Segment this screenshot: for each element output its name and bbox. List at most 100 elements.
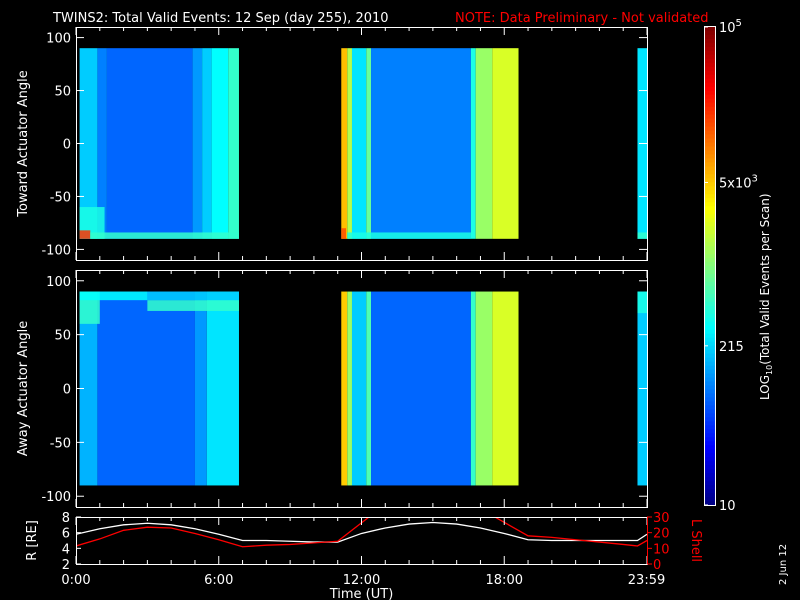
colorbar-swatch bbox=[705, 269, 715, 275]
colorbar-swatch bbox=[705, 421, 715, 426]
colorbar-swatch bbox=[705, 166, 715, 171]
heatmap-band bbox=[341, 48, 348, 239]
colorbar-swatch bbox=[705, 477, 715, 482]
colorbar-tick-label: 105 bbox=[719, 18, 742, 36]
colorbar-swatch bbox=[705, 246, 715, 251]
colorbar-swatch bbox=[705, 473, 715, 478]
heatmap-band bbox=[492, 48, 519, 239]
heatmap-band bbox=[341, 291, 348, 486]
series-l-shell bbox=[76, 517, 371, 548]
tick-exp: 3 bbox=[752, 173, 758, 184]
colorbar-swatch bbox=[705, 329, 715, 335]
colorbar-swatch bbox=[705, 465, 715, 470]
heatmap-patch bbox=[79, 230, 91, 239]
colorbar-swatch bbox=[705, 325, 715, 331]
toward-panel: 100 50 0 -50 -100 Toward Actuator Angle bbox=[16, 27, 648, 261]
colorbar-swatch bbox=[705, 218, 715, 223]
away-panel: 100 50 0 -50 -100 Away Actuator Angle bbox=[16, 270, 648, 508]
colorbar-swatch bbox=[705, 485, 715, 490]
colorbar-swatch bbox=[705, 30, 715, 36]
colorbar-swatch bbox=[705, 273, 715, 279]
colorbar-swatch bbox=[705, 242, 715, 247]
heatmap-band bbox=[192, 48, 203, 239]
heatmap-patch bbox=[79, 291, 148, 301]
heatmap-band bbox=[97, 291, 195, 486]
colorbar-swatch bbox=[705, 309, 715, 315]
colorbar-swatch bbox=[705, 230, 715, 235]
y-tick-label: 8 bbox=[62, 511, 70, 526]
colorbar-swatch bbox=[705, 337, 715, 343]
heatmap-patch bbox=[637, 291, 647, 314]
colorbar-swatch bbox=[705, 258, 715, 263]
colorbar-swatch bbox=[705, 449, 715, 454]
date-stamp: 2 Jun 12 bbox=[778, 544, 789, 585]
colorbar-swatch bbox=[705, 413, 715, 418]
plot-canvas: TWINS2: Total Valid Events: 12 Sep (day … bbox=[16, 11, 789, 600]
colorbar-swatch bbox=[705, 262, 715, 267]
x-tick-label: 12:00 bbox=[343, 573, 380, 588]
heatmap-band bbox=[371, 48, 471, 239]
heatmap-band bbox=[470, 48, 476, 239]
colorbar-swatch bbox=[705, 170, 715, 175]
colorbar-swatch bbox=[705, 130, 715, 136]
y-axis-label: R [RE] bbox=[25, 520, 40, 561]
colorbar-swatch bbox=[705, 397, 715, 403]
colorbar-tick-label: 215 bbox=[719, 340, 744, 355]
colorbar-swatch bbox=[705, 58, 715, 64]
heatmap-band bbox=[492, 291, 519, 486]
y2-tick-label: 0 bbox=[653, 558, 661, 573]
colorbar-swatch bbox=[705, 50, 715, 56]
colorbar-swatch bbox=[705, 405, 715, 410]
series-r bbox=[76, 521, 647, 543]
heatmap-band bbox=[228, 48, 239, 239]
colorbar-swatch bbox=[705, 393, 715, 399]
colorbar-swatch bbox=[705, 489, 715, 494]
colorbar-swatch bbox=[705, 297, 715, 303]
colorbar-swatch bbox=[705, 190, 715, 195]
x-axis-label: Time (UT) bbox=[329, 587, 394, 600]
heatmap-patch bbox=[347, 232, 471, 239]
colorbar-swatch bbox=[705, 373, 715, 379]
y2-axis-label: L Shell bbox=[688, 519, 703, 562]
colorbar-swatch bbox=[705, 118, 715, 124]
colorbar-swatch bbox=[705, 361, 715, 367]
colorbar-swatch bbox=[705, 34, 715, 40]
heatmap-band bbox=[366, 291, 372, 486]
colorbar-swatch bbox=[705, 453, 715, 458]
ephemeris-panel: 8642 3020100 R [RE] L Shell 0:00 6:00 12:00 18:… bbox=[25, 511, 703, 600]
colorbar-swatch bbox=[705, 369, 715, 375]
colorbar-swatch bbox=[705, 305, 715, 311]
heatmap-patch bbox=[637, 232, 647, 239]
y-axis-label: Toward Actuator Angle bbox=[16, 70, 31, 217]
heatmap-band bbox=[347, 291, 352, 486]
colorbar-swatch bbox=[705, 333, 715, 339]
heatmap-patch bbox=[341, 228, 347, 239]
colorbar-tick-label: 5x103 bbox=[719, 173, 758, 191]
colorbar-swatch bbox=[705, 102, 715, 108]
y-axis-label: Away Actuator Angle bbox=[16, 321, 31, 456]
y-tick-label: 4 bbox=[62, 542, 70, 557]
colorbar-swatch bbox=[705, 266, 715, 271]
y-tick-label: 0 bbox=[63, 383, 71, 398]
colorbar-swatch bbox=[705, 254, 715, 259]
heatmap-band bbox=[206, 291, 239, 486]
heatmap-band bbox=[351, 48, 367, 239]
heatmap-band bbox=[371, 291, 471, 486]
heatmap-band bbox=[351, 291, 367, 486]
colorbar-swatch bbox=[705, 174, 715, 179]
label-rest: (Total Valid Events per Scan) bbox=[758, 193, 772, 364]
colorbar-swatch bbox=[705, 238, 715, 243]
twins-plot: TWINS2: Total Valid Events: 12 Sep (day … bbox=[0, 0, 800, 600]
colorbar-swatch bbox=[705, 234, 715, 239]
colorbar-swatch bbox=[705, 389, 715, 395]
colorbar-swatch bbox=[705, 54, 715, 60]
colorbar-swatch bbox=[705, 38, 715, 44]
colorbar-swatch bbox=[705, 493, 715, 498]
x-tick-label: 0:00 bbox=[61, 573, 90, 588]
colorbar-swatch bbox=[705, 250, 715, 255]
colorbar-swatch bbox=[705, 70, 715, 76]
y-tick-label: 6 bbox=[62, 527, 70, 542]
colorbar-swatch bbox=[705, 345, 715, 351]
colorbar-swatch bbox=[705, 194, 715, 199]
colorbar-swatch bbox=[705, 134, 715, 140]
